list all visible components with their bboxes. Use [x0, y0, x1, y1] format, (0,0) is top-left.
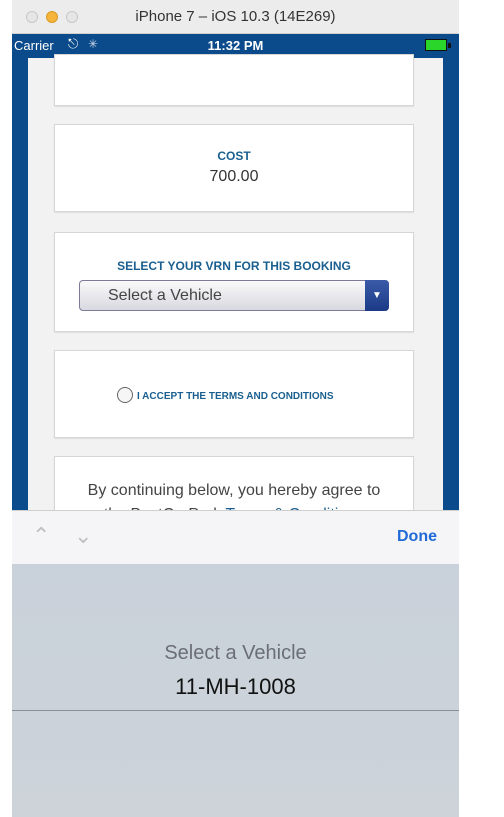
battery-icon	[425, 39, 447, 51]
vrn-card: SELECT YOUR VRN FOR THIS BOOKING Select …	[54, 232, 414, 332]
previous-card	[54, 54, 414, 106]
window-title: iPhone 7 – iOS 10.3 (14E269)	[135, 8, 336, 25]
picker-option[interactable]: Select a Vehicle	[12, 642, 459, 665]
accept-terms-label[interactable]: I ACCEPT THE TERMS AND CONDITIONS	[137, 391, 333, 402]
vehicle-select-value: Select a Vehicle	[108, 287, 222, 304]
previous-field-icon[interactable]: ⌃	[32, 523, 50, 549]
vehicle-select[interactable]: Select a Vehicle ▼	[79, 280, 389, 311]
phone-screen: Carrier ⎋ ✳ 11:32 PM COST 700.00 SELECT …	[12, 34, 459, 817]
simulator-window: iPhone 7 – iOS 10.3 (14E269) Carrier ⎋ ✳…	[0, 0, 504, 817]
booking-content: COST 700.00 SELECT YOUR VRN FOR THIS BOO…	[28, 54, 443, 586]
cost-value: 700.00	[209, 168, 259, 185]
picker-option-selected[interactable]: 11-MH-1008	[12, 674, 459, 700]
done-button[interactable]: Done	[397, 528, 437, 546]
cost-label: COST	[217, 149, 251, 163]
window-titlebar: iPhone 7 – iOS 10.3 (14E269)	[12, 0, 459, 34]
vehicle-picker-wheel[interactable]: Select a Vehicle 11-MH-1008	[12, 564, 459, 817]
picker-toolbar: ⌃ ⌄ Done	[12, 510, 459, 564]
picker-selection-divider	[12, 710, 459, 711]
accept-terms-checkbox[interactable]	[117, 387, 133, 403]
battery-tip-icon	[448, 43, 451, 48]
vrn-label: SELECT YOUR VRN FOR THIS BOOKING	[117, 259, 351, 273]
cost-card: COST 700.00	[54, 124, 414, 212]
dropdown-arrow-icon[interactable]: ▼	[365, 280, 389, 311]
status-time: 11:32 PM	[207, 38, 264, 53]
terms-card: I ACCEPT THE TERMS AND CONDITIONS	[54, 350, 414, 438]
next-field-icon[interactable]: ⌄	[74, 523, 92, 549]
